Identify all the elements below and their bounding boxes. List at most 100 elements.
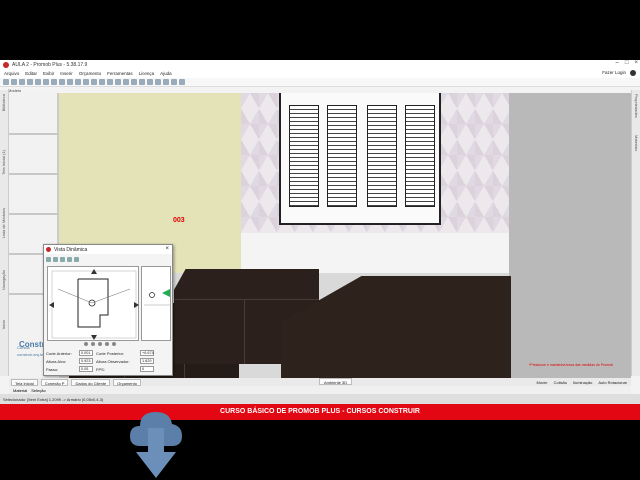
corte-posterior-input[interactable]: +6.674 [140, 350, 154, 356]
open-icon[interactable] [11, 79, 17, 85]
option-iluminacao[interactable]: Iluminação [573, 380, 592, 385]
user-icon[interactable] [630, 70, 636, 76]
zoom-icon[interactable] [99, 79, 105, 85]
nav-prev-icon[interactable] [91, 342, 95, 346]
right-side-panel: Propriedades Materiais [631, 90, 640, 376]
dynamic-view-header: Vista Dinâmica × [44, 245, 172, 254]
close-button[interactable]: × [634, 60, 638, 66]
pan-icon[interactable] [53, 256, 58, 262]
nav-last-icon[interactable] [112, 342, 116, 346]
promob-logo-icon [3, 61, 9, 68]
nav-play-icon[interactable] [98, 342, 102, 346]
menu-exibir[interactable]: Exibir [43, 71, 54, 76]
cloud-download-icon [130, 412, 182, 478]
status-bar: Selecionado: [Item Extra] 1.2099 -> Armá… [0, 394, 640, 404]
side-tab-navegacao[interactable]: Navegação [1, 270, 6, 290]
maximize-button[interactable]: □ [625, 60, 629, 66]
option-colisao[interactable]: Colisão [554, 380, 567, 385]
view-front-icon[interactable] [123, 79, 129, 85]
menu-bar: Arquivo Editar Exibir Inserir Orçamento … [0, 69, 640, 78]
dynamic-view-toolbar [46, 255, 136, 263]
tab-selecao[interactable]: Seleção [31, 388, 45, 393]
floor-plan-preview[interactable] [47, 266, 139, 341]
elevation-preview[interactable] [141, 266, 171, 341]
dynamic-view-nav [84, 342, 144, 348]
bottom-tab-bar: Tela Inicial Conexão P Dados do Cliente … [9, 378, 631, 386]
left-side-panel: Biblioteca Tela Inicial (1) Lista de Mód… [0, 90, 9, 376]
altura-alvo-input[interactable]: 0.923 [79, 358, 93, 364]
tab-conexao[interactable]: Conexão P [40, 378, 69, 386]
camera-icon[interactable] [155, 79, 161, 85]
menu-editar[interactable]: Editar [25, 71, 37, 76]
menu-inserir[interactable]: Inserir [60, 71, 73, 76]
side-tab-inicio[interactable]: Inicio [1, 320, 6, 329]
new-icon[interactable] [3, 79, 9, 85]
passo-input[interactable]: 0.05 [79, 366, 93, 372]
walk-icon[interactable] [163, 79, 169, 85]
tab-ambiente-3d[interactable]: Ambiente 3D [319, 378, 353, 385]
redo-icon[interactable] [35, 79, 41, 85]
field-row-altura: Altura Alvo: 0.923 Altura Observador: 1.… [46, 358, 172, 365]
side-tab-materiais[interactable]: Materiais [634, 135, 639, 151]
menu-ferramentas[interactable]: Ferramentas [107, 71, 133, 76]
course-banner: CURSO BÁSICO DE PROMOB PLUS - CURSOS CON… [0, 404, 640, 420]
menu-licenca[interactable]: Licença [139, 71, 155, 76]
cut-icon[interactable] [43, 79, 49, 85]
nav-next-icon[interactable] [105, 342, 109, 346]
option-auto-rotacionar[interactable]: Auto Rotacionar [598, 380, 627, 385]
reset-icon[interactable] [74, 256, 79, 262]
move-icon[interactable] [75, 79, 81, 85]
field-row-passo: Passo: 0.05 FPS: 0 [46, 366, 172, 373]
title-bar: AULA 2 - Promob Plus - 5.38.17.9 – □ × [0, 60, 640, 69]
menu-arquivo[interactable]: Arquivo [4, 71, 19, 76]
camera-icon[interactable] [60, 256, 65, 262]
corte-anterior-input[interactable]: 0.001 [79, 350, 93, 356]
right-wall [509, 93, 631, 378]
promob-logo-icon [46, 247, 51, 252]
close-icon[interactable]: × [165, 246, 169, 252]
rotate-icon[interactable] [83, 79, 89, 85]
minimize-button[interactable]: – [616, 60, 619, 66]
altura-observador-input[interactable]: 1.629 [140, 358, 154, 364]
paste-icon[interactable] [59, 79, 65, 85]
option-mover[interactable]: Mover [537, 380, 548, 385]
settings-icon[interactable] [179, 79, 185, 85]
shutter-window[interactable] [279, 93, 441, 225]
render-icon[interactable] [139, 79, 145, 85]
undo-icon[interactable] [27, 79, 33, 85]
copy-icon[interactable] [51, 79, 57, 85]
view-3d-icon[interactable] [131, 79, 137, 85]
side-tab-lista-modulos[interactable]: Lista de Módulos [1, 208, 6, 238]
menu-orcamento[interactable]: Orçamento [79, 71, 101, 76]
fps-input[interactable]: 0 [140, 366, 154, 372]
pan-icon[interactable] [107, 79, 113, 85]
promob-window: AULA 2 - Promob Plus - 5.38.17.9 – □ × A… [0, 60, 640, 404]
field-row-corte: Corte Anterior: 0.001 Corte Posterior: +… [46, 350, 154, 356]
measure-icon[interactable] [91, 79, 97, 85]
nav-first-icon[interactable] [84, 342, 88, 346]
main-toolbar [0, 78, 640, 87]
layers-icon[interactable] [171, 79, 177, 85]
status-text: Selecionado: [Item Extra] 1.2099 -> Armá… [3, 396, 104, 402]
dynamic-view-title: Vista Dinâmica [54, 246, 88, 253]
orbit-icon[interactable] [46, 256, 51, 262]
viewport-options: Mover Colisão Iluminação Auto Rotacionar [537, 378, 628, 386]
model-tab[interactable]: Modelo [8, 88, 21, 93]
zoom-icon[interactable] [67, 256, 72, 262]
tab-orcamento[interactable]: Orçamento [113, 378, 141, 386]
select-icon[interactable] [67, 79, 73, 85]
light-icon[interactable] [147, 79, 153, 85]
tab-tela-inicial[interactable]: Tela Inicial [11, 378, 38, 386]
side-tab-propriedades[interactable]: Propriedades [634, 94, 639, 118]
view-top-icon[interactable] [115, 79, 121, 85]
side-tab-biblioteca[interactable]: Biblioteca [1, 94, 6, 111]
tab-material[interactable]: Material [13, 388, 27, 393]
login-link[interactable]: Fazer Login [602, 70, 626, 75]
menu-ajuda[interactable]: Ajuda [160, 71, 172, 76]
dynamic-view-panel[interactable]: Vista Dinâmica × Corte Anterior: 0.001 C… [43, 244, 173, 376]
dimension-label: 003 [173, 217, 185, 224]
tab-dados-cliente[interactable]: Dados do Cliente [71, 378, 111, 386]
viewport-hint: *Pressione e mantenha trava das medidas … [529, 363, 614, 367]
save-icon[interactable] [19, 79, 25, 85]
side-tab-tela-inicial[interactable]: Tela Inicial (1) [1, 150, 6, 175]
